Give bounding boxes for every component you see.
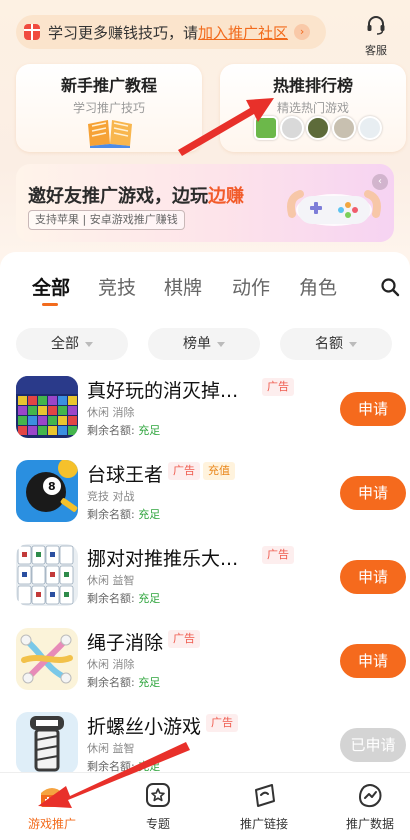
quota-info: 剩余名额: 充足 <box>87 676 161 689</box>
customer-service-button[interactable]: 客服 <box>358 14 394 57</box>
quota-info: 剩余名额: 充足 <box>87 592 161 605</box>
quota-info: 剩余名额: 充足 <box>87 424 161 437</box>
game-thumbnail <box>332 116 356 140</box>
ad-badge: 广告 <box>262 378 294 396</box>
list-item[interactable]: 挪对对推推乐大... 广告 休闲 益智 剩余名额: 充足 申请 <box>0 544 410 628</box>
filter-quota-dropdown[interactable]: 名额 <box>280 328 392 360</box>
book-icon <box>88 120 132 148</box>
chevron-down-icon <box>349 341 357 347</box>
nav-label: 推广数据 <box>345 817 394 831</box>
game-icon-mahjong <box>16 544 78 606</box>
list-item[interactable]: 真好玩的消灭掉... 广告 休闲 消除 剩余名额: 充足 申请 <box>0 376 410 460</box>
recharge-badge: 充值 <box>203 462 235 480</box>
nav-promotion-data[interactable]: 推广数据 <box>330 781 410 832</box>
game-name: 真好玩的消灭掉... <box>87 380 239 402</box>
game-name: 台球王者 <box>87 464 164 486</box>
collapse-banner-icon[interactable]: ‹ <box>372 174 388 190</box>
game-icon-block-puzzle <box>16 376 78 438</box>
list-item[interactable]: 8 台球王者 广告 充值 竞技 对战 剩余名额: 充足 申请 <box>0 460 410 544</box>
nav-topics[interactable]: 专题 <box>118 781 198 832</box>
bottom-navigation: 游戏推广 专题 推广链接 推广数据 <box>0 772 410 840</box>
game-tags: 休闲 益智 <box>87 574 135 587</box>
game-thumbnail <box>306 116 330 140</box>
card-title: 热推排行榜 <box>272 76 353 95</box>
invite-friends-banner[interactable]: 邀好友推广游戏，边玩边赚 支持苹果 | 安卓游戏推广赚钱 ‹ <box>16 164 394 242</box>
tab-all[interactable]: 全部 <box>32 273 70 300</box>
ad-badge: 广告 <box>168 462 200 480</box>
gamepad-illustration-icon <box>287 190 381 226</box>
nav-label: 游戏推广 <box>27 817 76 831</box>
game-tags: 休闲 消除 <box>87 406 135 419</box>
banner-title: 邀好友推广游戏，边玩边赚 <box>28 186 244 207</box>
game-icon-rope <box>16 628 78 690</box>
quota-info: 剩余名额: 充足 <box>87 508 161 521</box>
filter-ranking-dropdown[interactable]: 榜单 <box>148 328 260 360</box>
link-icon <box>255 784 275 807</box>
list-item[interactable]: 绳子消除 广告 休闲 消除 剩余名额: 充足 申请 <box>0 628 410 712</box>
nav-promotion-link[interactable]: 推广链接 <box>224 781 304 832</box>
svg-text:8: 8 <box>48 480 56 493</box>
game-icon-screw <box>16 712 78 774</box>
tab-action[interactable]: 动作 <box>232 273 270 300</box>
card-title: 新手推广教程 <box>60 76 157 95</box>
game-name: 折螺丝小游戏 <box>87 716 202 738</box>
chevron-right-icon[interactable]: › <box>294 24 311 40</box>
gift-icon <box>24 24 40 40</box>
banner-tag: 支持苹果 | 安卓游戏推广赚钱 <box>28 210 185 230</box>
game-name: 绳子消除 <box>87 632 164 654</box>
game-thumbnail <box>280 116 304 140</box>
apply-button[interactable]: 申请 <box>340 476 406 510</box>
game-thumbnail <box>254 116 278 140</box>
ad-badge: 广告 <box>262 546 294 564</box>
nav-game-promotion[interactable]: 游戏推广 <box>12 781 92 832</box>
game-promotion-icon <box>41 788 63 807</box>
hot-game-thumbnails <box>254 116 384 140</box>
applied-button[interactable]: 已申请 <box>340 728 406 762</box>
headset-icon <box>367 16 385 35</box>
active-tab-indicator <box>42 303 58 306</box>
category-tabs: 全部 竞技 棋牌 动作 角色 <box>0 273 410 313</box>
card-subtitle: 精选热门游戏 <box>276 101 349 115</box>
customer-service-label: 客服 <box>365 44 387 57</box>
community-notice-bar[interactable]: 学习更多赚钱技巧，请 加入推广社区 › <box>16 15 326 49</box>
ad-badge: 广告 <box>168 630 200 648</box>
star-icon <box>146 783 170 807</box>
chevron-down-icon <box>217 341 225 347</box>
search-icon[interactable] <box>380 277 400 297</box>
nav-label: 推广链接 <box>239 817 288 831</box>
beginner-tutorial-card[interactable]: 新手推广教程 学习推广技巧 <box>16 64 202 152</box>
data-chart-icon <box>358 784 382 808</box>
game-tags: 竞技 对战 <box>87 490 135 503</box>
apply-button[interactable]: 申请 <box>340 392 406 426</box>
nav-label: 专题 <box>145 817 170 831</box>
tab-rpg[interactable]: 角色 <box>299 273 337 300</box>
game-tags: 休闲 益智 <box>87 742 135 755</box>
tab-board[interactable]: 棋牌 <box>164 273 202 300</box>
filter-all-dropdown[interactable]: 全部 <box>16 328 128 360</box>
join-community-link[interactable]: 加入推广社区 <box>198 22 288 43</box>
apply-button[interactable]: 申请 <box>340 560 406 594</box>
apply-button[interactable]: 申请 <box>340 644 406 678</box>
game-icon-billiards: 8 <box>16 460 78 522</box>
game-tags: 休闲 消除 <box>87 658 135 671</box>
game-thumbnail <box>358 116 382 140</box>
ad-badge: 广告 <box>206 714 238 732</box>
tab-competitive[interactable]: 竞技 <box>98 273 136 300</box>
hot-ranking-card[interactable]: 热推排行榜 精选热门游戏 <box>220 64 406 152</box>
card-subtitle: 学习推广技巧 <box>72 101 145 115</box>
chevron-down-icon <box>85 341 93 347</box>
game-name: 挪对对推推乐大... <box>87 548 239 570</box>
notice-text: 学习更多赚钱技巧，请 <box>48 23 199 42</box>
